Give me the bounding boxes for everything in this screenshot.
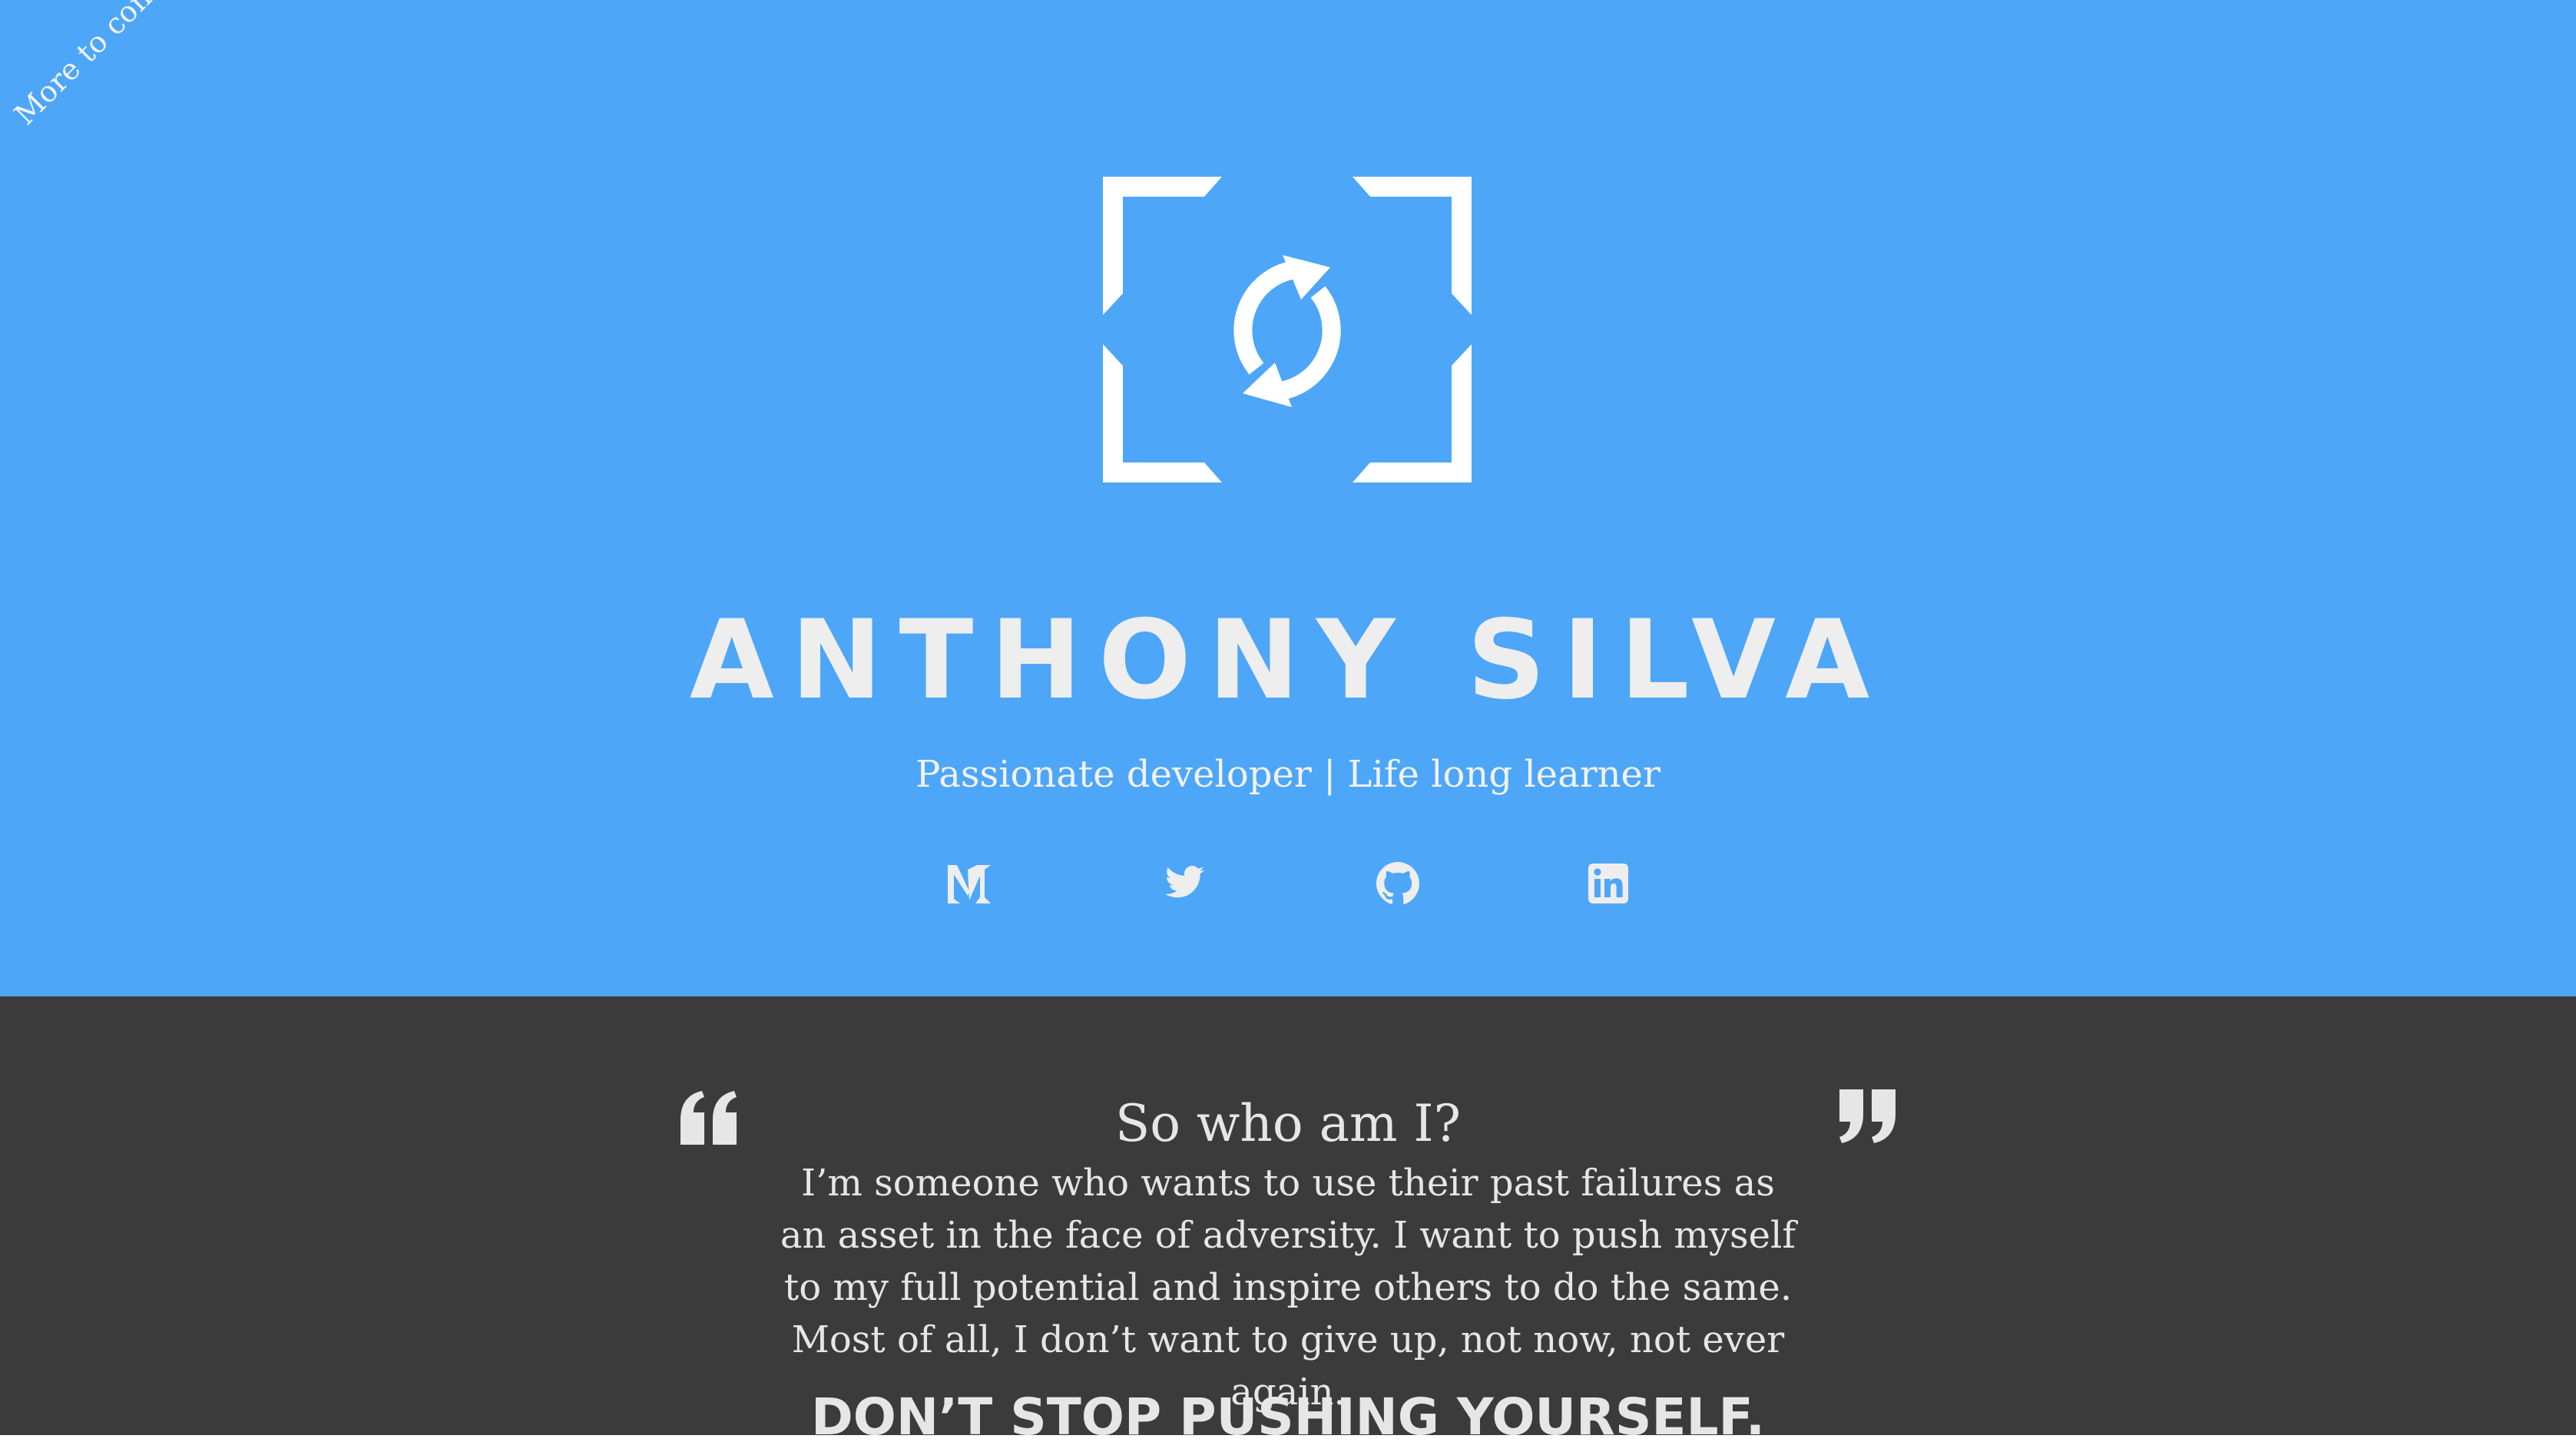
refresh-frame-icon (1103, 177, 1472, 482)
linkedin-icon[interactable] (1584, 859, 1633, 908)
github-icon[interactable] (1373, 859, 1422, 908)
hero-tagline: Passionate developer | Life long learner (916, 753, 1660, 796)
hero-section (0, 0, 2576, 996)
twitter-icon[interactable] (1160, 859, 1209, 908)
medium-icon[interactable] (945, 859, 994, 908)
motto-heading: DON’T STOP PUSHING YOURSELF. (811, 1387, 1765, 1447)
hero-name: ANTHONY SILVA (689, 597, 1887, 724)
about-body: I’m someone who wants to use their past … (780, 1162, 1796, 1414)
about-title: So who am I? (1114, 1094, 1461, 1153)
